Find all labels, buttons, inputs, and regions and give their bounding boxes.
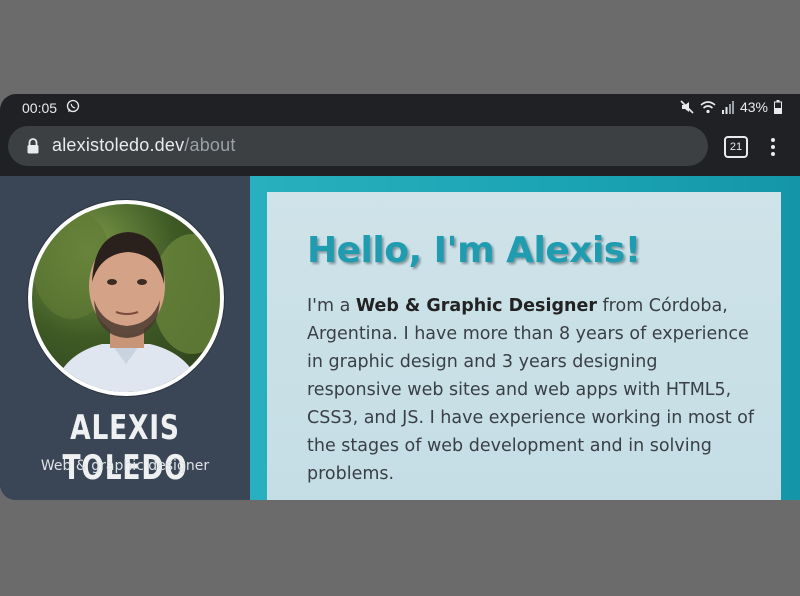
about-card: Hello, I'm Alexis! I'm a Web & Graphic D… bbox=[267, 192, 781, 500]
wifi-icon bbox=[700, 101, 716, 114]
profile-role: Web & graphic designer bbox=[40, 458, 210, 474]
tab-count: 21 bbox=[729, 141, 743, 153]
about-heading: Hello, I'm Alexis! bbox=[307, 230, 641, 271]
url-path: /about bbox=[184, 135, 236, 155]
page-content: ALEXIS TOLEDO Web & graphic designer Hel… bbox=[0, 176, 800, 500]
profile-photo bbox=[28, 200, 224, 396]
url-host: alexistoledo.dev bbox=[52, 135, 185, 155]
about-bio: I'm a Web & Graphic Designer from Córdob… bbox=[307, 292, 757, 488]
bio-prefix: I'm a bbox=[307, 296, 356, 316]
tab-switcher-icon[interactable]: 21 bbox=[724, 136, 748, 158]
profile-sidebar: ALEXIS TOLEDO Web & graphic designer bbox=[0, 176, 250, 500]
profile-name: ALEXIS TOLEDO bbox=[62, 408, 188, 488]
portrait-image bbox=[32, 209, 220, 392]
signal-icon bbox=[721, 101, 734, 114]
bio-rest: from Córdoba, Argentina. I have more tha… bbox=[307, 296, 755, 484]
more-menu-icon[interactable] bbox=[765, 137, 781, 157]
about-section: Hello, I'm Alexis! I'm a Web & Graphic D… bbox=[250, 176, 800, 500]
device-screen: 00:05 43% alexistoledo.dev/about 21 ALEX… bbox=[0, 94, 800, 500]
bio-bold: Web & Graphic Designer bbox=[355, 296, 597, 316]
address-bar[interactable]: alexistoledo.dev/about bbox=[8, 126, 708, 166]
status-time: 00:05 bbox=[22, 100, 58, 116]
whatsapp-icon bbox=[66, 99, 80, 113]
status-icons: 43% bbox=[680, 99, 782, 115]
status-bar: 00:05 43% bbox=[0, 94, 800, 122]
mute-icon bbox=[680, 100, 694, 114]
battery-icon bbox=[774, 100, 782, 114]
url-text[interactable]: alexistoledo.dev/about bbox=[52, 135, 236, 156]
battery-percent: 43% bbox=[739, 99, 768, 115]
lock-icon bbox=[27, 138, 39, 154]
